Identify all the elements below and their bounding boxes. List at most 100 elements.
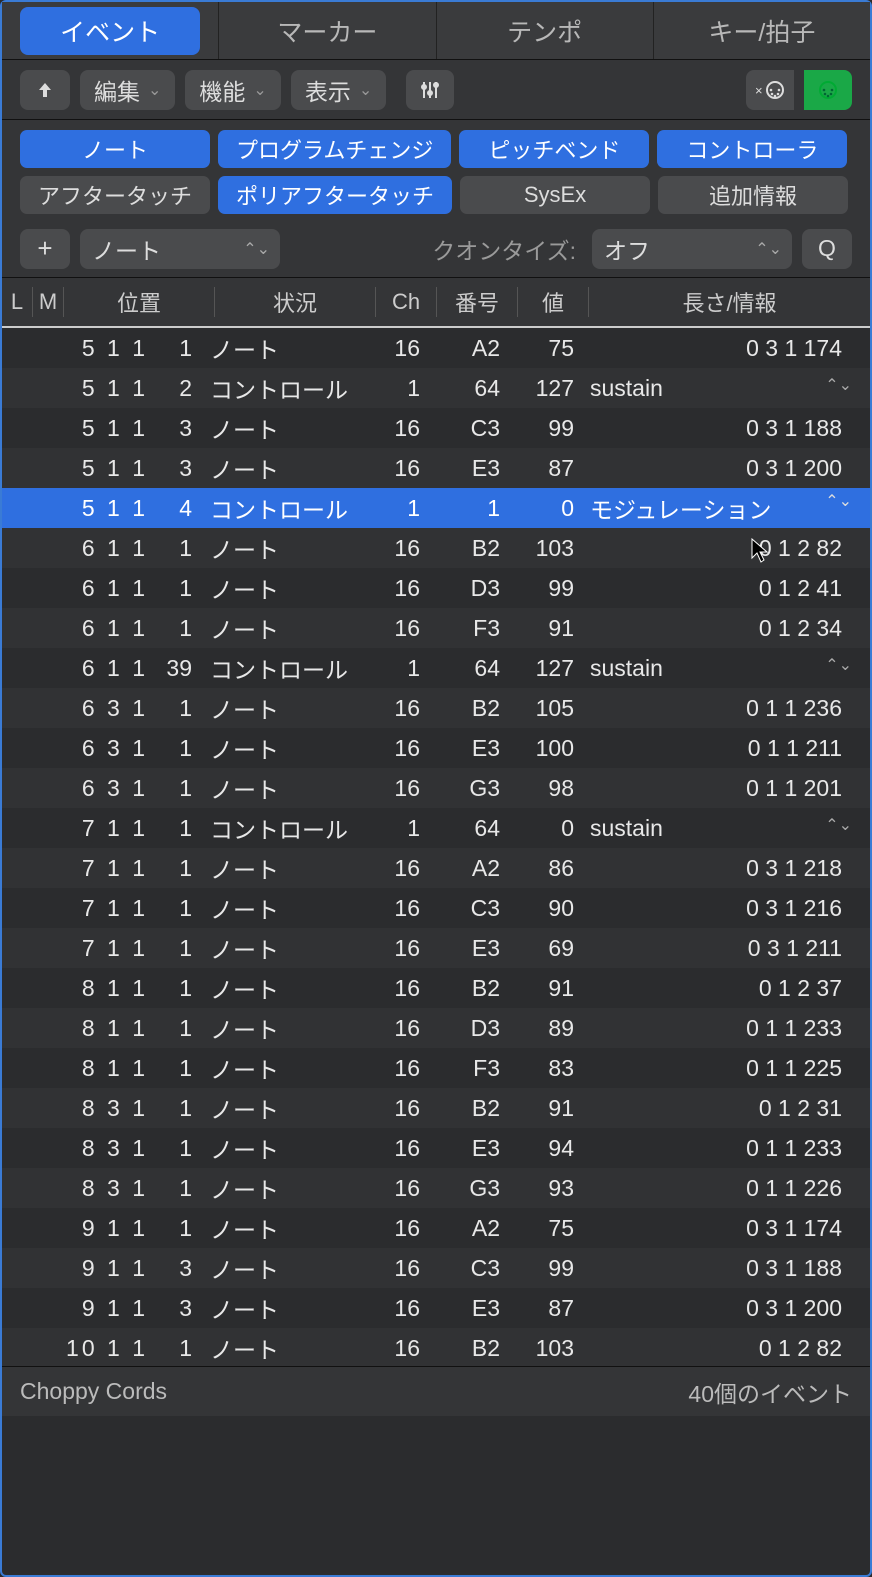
- midi-out-button[interactable]: ×: [746, 70, 794, 110]
- view-menu[interactable]: 表示⌄: [291, 70, 386, 110]
- cell-status[interactable]: ノート: [202, 1211, 372, 1245]
- cell-subposition[interactable]: 1: [152, 775, 202, 802]
- cell-value[interactable]: 86: [512, 855, 582, 882]
- cell-length[interactable]: 0 1 1 201: [582, 775, 870, 802]
- table-row[interactable]: 6 3 11ノート16G3980 1 1 201: [2, 768, 870, 808]
- table-row[interactable]: 8 1 11ノート16B2910 1 2 37: [2, 968, 870, 1008]
- quantize-select[interactable]: オフ⌃⌄: [592, 229, 792, 269]
- cell-value[interactable]: 69: [512, 935, 582, 962]
- cell-channel[interactable]: 16: [372, 1175, 432, 1202]
- cell-value[interactable]: 90: [512, 895, 582, 922]
- cell-subposition[interactable]: 1: [152, 855, 202, 882]
- col-position[interactable]: 位置: [64, 286, 214, 318]
- cell-length[interactable]: 0 3 1 200: [582, 455, 870, 482]
- cell-position[interactable]: 5 1 1: [62, 375, 152, 402]
- cell-channel[interactable]: 16: [372, 335, 432, 362]
- table-row[interactable]: 5 1 14コントロール110モジュレーション⌃⌄: [2, 488, 870, 528]
- cell-status[interactable]: コントロール: [202, 651, 372, 685]
- cell-length[interactable]: 0 3 1 188: [582, 1255, 870, 1282]
- filter-note[interactable]: ノート: [20, 130, 210, 168]
- cell-position[interactable]: 8 3 1: [62, 1135, 152, 1162]
- cell-position[interactable]: 6 1 1: [62, 615, 152, 642]
- cell-status[interactable]: コントロール: [202, 371, 372, 405]
- cell-status[interactable]: ノート: [202, 451, 372, 485]
- cell-position[interactable]: 9 1 1: [62, 1295, 152, 1322]
- cell-subposition[interactable]: 2: [152, 375, 202, 402]
- edit-menu[interactable]: 編集⌄: [80, 70, 175, 110]
- cell-number[interactable]: 1: [432, 495, 512, 522]
- cell-length[interactable]: 0 3 1 174: [582, 1215, 870, 1242]
- cell-length[interactable]: 0 1 2 37: [582, 975, 870, 1002]
- table-row[interactable]: 6 3 11ノート16E31000 1 1 211: [2, 728, 870, 768]
- cell-value[interactable]: 0: [512, 495, 582, 522]
- table-row[interactable]: 6 3 11ノート16B21050 1 1 236: [2, 688, 870, 728]
- table-row[interactable]: 5 1 12コントロール164127sustain⌃⌄: [2, 368, 870, 408]
- cell-value[interactable]: 75: [512, 1215, 582, 1242]
- table-row[interactable]: 5 1 13ノート16E3870 3 1 200: [2, 448, 870, 488]
- cell-number[interactable]: 64: [432, 655, 512, 682]
- tab-events[interactable]: イベント: [2, 2, 219, 59]
- cell-number[interactable]: G3: [432, 1175, 512, 1202]
- cell-value[interactable]: 99: [512, 575, 582, 602]
- table-row[interactable]: 10 1 11ノート16B21030 1 2 82: [2, 1328, 870, 1366]
- cell-channel[interactable]: 16: [372, 855, 432, 882]
- col-m[interactable]: M: [33, 289, 63, 315]
- cell-number[interactable]: D3: [432, 575, 512, 602]
- cell-channel[interactable]: 16: [372, 1255, 432, 1282]
- cell-position[interactable]: 7 1 1: [62, 815, 152, 842]
- cell-position[interactable]: 5 1 1: [62, 455, 152, 482]
- col-l[interactable]: L: [2, 289, 32, 315]
- cell-channel[interactable]: 16: [372, 975, 432, 1002]
- cell-length[interactable]: 0 3 1 188: [582, 415, 870, 442]
- table-row[interactable]: 8 1 11ノート16D3890 1 1 233: [2, 1008, 870, 1048]
- cell-value[interactable]: 100: [512, 735, 582, 762]
- cell-subposition[interactable]: 1: [152, 1135, 202, 1162]
- cell-subposition[interactable]: 4: [152, 495, 202, 522]
- cell-subposition[interactable]: 1: [152, 615, 202, 642]
- add-event-button[interactable]: +: [20, 229, 70, 269]
- filter-program-change[interactable]: プログラムチェンジ: [218, 130, 451, 168]
- cell-length[interactable]: 0 1 2 31: [582, 1095, 870, 1122]
- cell-channel[interactable]: 16: [372, 1215, 432, 1242]
- cell-value[interactable]: 93: [512, 1175, 582, 1202]
- table-row[interactable]: 7 1 11ノート16C3900 3 1 216: [2, 888, 870, 928]
- cell-subposition[interactable]: 1: [152, 735, 202, 762]
- tab-key[interactable]: キー/拍子: [654, 2, 870, 59]
- cell-value[interactable]: 91: [512, 615, 582, 642]
- cell-value[interactable]: 0: [512, 815, 582, 842]
- cell-channel[interactable]: 16: [372, 935, 432, 962]
- cell-channel[interactable]: 16: [372, 1295, 432, 1322]
- cell-info[interactable]: モジュレーション⌃⌄: [582, 491, 870, 525]
- cell-number[interactable]: A2: [432, 335, 512, 362]
- cell-position[interactable]: 7 1 1: [62, 895, 152, 922]
- quantize-button[interactable]: Q: [802, 229, 852, 269]
- cell-subposition[interactable]: 3: [152, 415, 202, 442]
- table-row[interactable]: 6 1 11ノート16F3910 1 2 34: [2, 608, 870, 648]
- cell-value[interactable]: 103: [512, 535, 582, 562]
- cell-channel[interactable]: 16: [372, 1015, 432, 1042]
- cell-position[interactable]: 5 1 1: [62, 415, 152, 442]
- cell-subposition[interactable]: 1: [152, 1215, 202, 1242]
- filter-controller[interactable]: コントローラ: [657, 130, 847, 168]
- cell-value[interactable]: 99: [512, 415, 582, 442]
- table-row[interactable]: 6 1 139コントロール164127sustain⌃⌄: [2, 648, 870, 688]
- cell-channel[interactable]: 16: [372, 415, 432, 442]
- cell-subposition[interactable]: 1: [152, 1015, 202, 1042]
- tab-tempo[interactable]: テンポ: [437, 2, 654, 59]
- cell-length[interactable]: 0 1 1 233: [582, 1015, 870, 1042]
- table-row[interactable]: 6 1 11ノート16D3990 1 2 41: [2, 568, 870, 608]
- cell-number[interactable]: 64: [432, 375, 512, 402]
- col-channel[interactable]: Ch: [376, 289, 436, 315]
- cell-status[interactable]: ノート: [202, 771, 372, 805]
- table-row[interactable]: 5 1 11ノート16A2750 3 1 174: [2, 328, 870, 368]
- cell-value[interactable]: 99: [512, 1255, 582, 1282]
- cell-position[interactable]: 6 3 1: [62, 775, 152, 802]
- table-row[interactable]: 8 3 11ノート16B2910 1 2 31: [2, 1088, 870, 1128]
- cell-subposition[interactable]: 3: [152, 455, 202, 482]
- cell-value[interactable]: 127: [512, 375, 582, 402]
- table-row[interactable]: 8 1 11ノート16F3830 1 1 225: [2, 1048, 870, 1088]
- table-row[interactable]: 9 1 13ノート16E3870 3 1 200: [2, 1288, 870, 1328]
- cell-position[interactable]: 5 1 1: [62, 495, 152, 522]
- cell-status[interactable]: ノート: [202, 971, 372, 1005]
- cell-subposition[interactable]: 1: [152, 935, 202, 962]
